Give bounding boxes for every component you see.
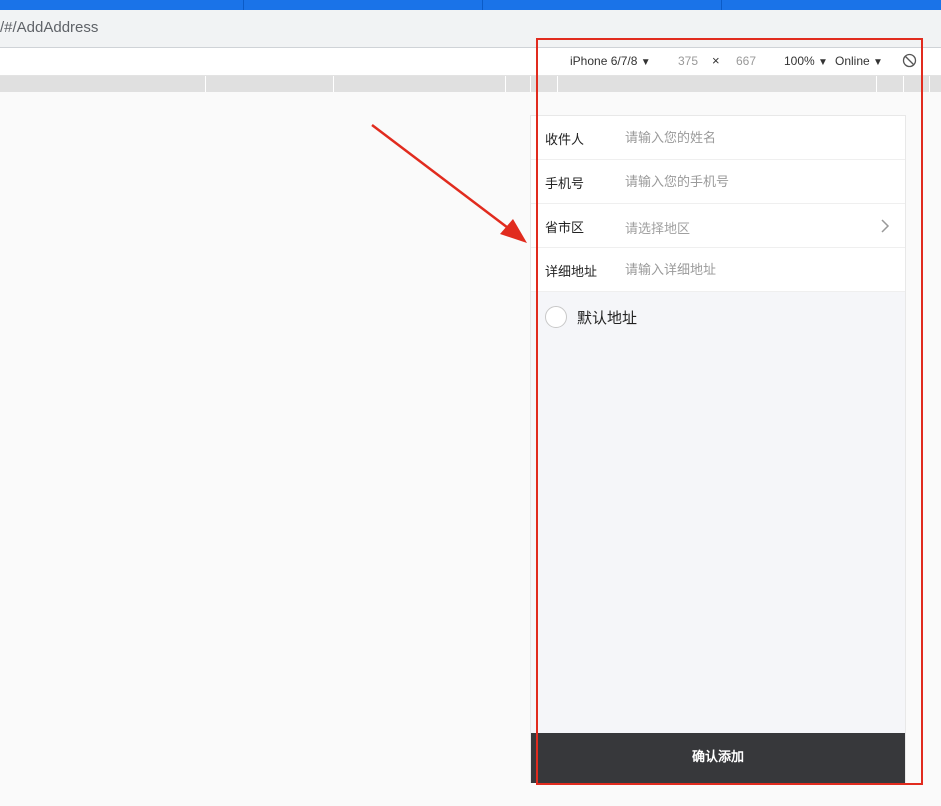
ruler-divider: [205, 76, 206, 92]
browser-tab-strip: [0, 0, 941, 10]
annotation-highlight-box: [536, 38, 923, 785]
ruler-divider: [530, 76, 531, 92]
ruler-divider: [505, 76, 506, 92]
url-text[interactable]: /#/AddAddress: [0, 19, 98, 36]
tab-divider: [243, 0, 244, 10]
tab-divider: [721, 0, 722, 10]
ruler-divider: [333, 76, 334, 92]
ruler-divider: [929, 76, 930, 92]
tab-divider: [482, 0, 483, 10]
